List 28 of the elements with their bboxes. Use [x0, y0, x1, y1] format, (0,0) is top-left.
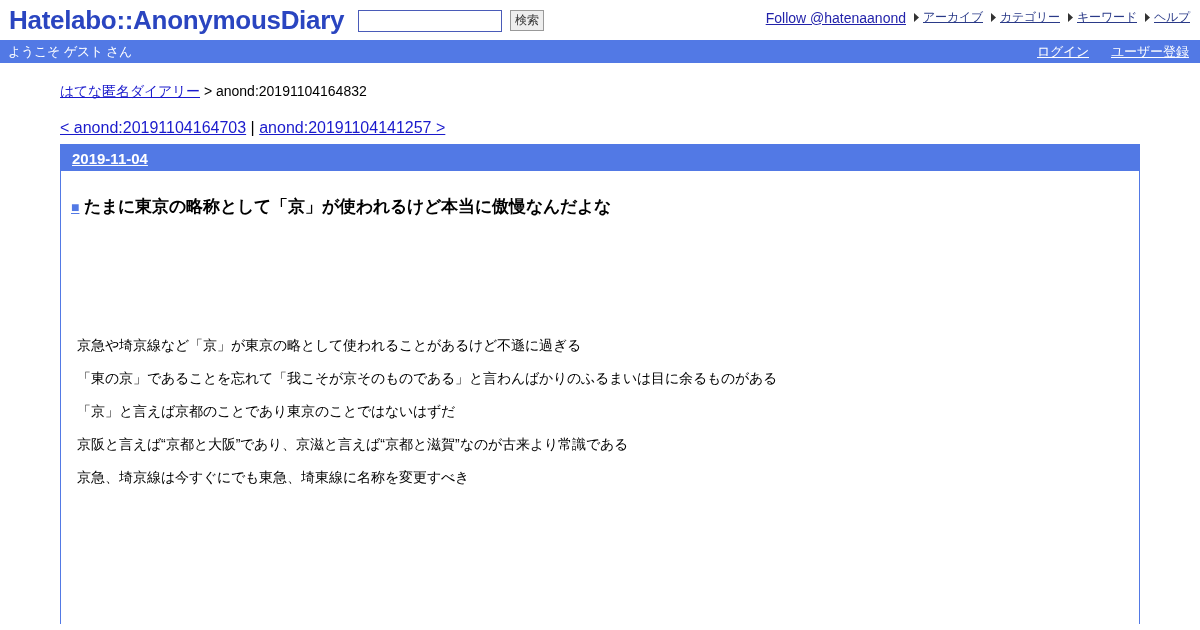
- entry-paragraph: 京急や埼京線など「京」が東京の略として使われることがあるけど不遜に過ぎる: [77, 336, 582, 355]
- previous-entry-link[interactable]: < anond:20191104164703: [60, 119, 247, 136]
- nav-link[interactable]: アーカイブ: [923, 9, 983, 26]
- entry-paragraph: 「東の京」であることを忘れて「我こそが京そのものである」と言わんばかりのふるまいは目に余るものがある: [77, 369, 778, 388]
- nav-link[interactable]: カテゴリー: [1000, 9, 1060, 26]
- date-link[interactable]: 2019-11-04: [72, 149, 148, 167]
- arrow-icon: [914, 13, 920, 22]
- arrow-icon: [991, 13, 997, 22]
- entry-title: たまに東京の略称として「京」が使われるけど本当に傲慢なんだよな: [84, 197, 612, 216]
- pager-separator: |: [250, 119, 255, 136]
- entry-paragraph: 「京」と言えば京都のことであり東京のことではないはずだ: [77, 402, 456, 421]
- entry-paragraph: 京阪と言えば“京都と大阪”であり、京滋と言えば“京都と滋賀”なのが古来より常識である: [77, 435, 629, 454]
- welcome-text: ようこそ ゲスト さん: [8, 42, 133, 61]
- arrow-icon: [1145, 13, 1151, 22]
- nav-link[interactable]: ヘルプ: [1154, 9, 1190, 26]
- site-logo[interactable]: Hatelabo::AnonymousDiary: [9, 5, 345, 36]
- account-link[interactable]: ログイン: [1037, 42, 1089, 61]
- breadcrumb-current: > anond:20191104164832: [203, 83, 367, 99]
- search-button[interactable]: 検索: [510, 10, 545, 31]
- nav-link[interactable]: キーワード: [1077, 9, 1137, 26]
- follow-link[interactable]: Follow @hatenaanond: [765, 9, 906, 26]
- breadcrumb-link[interactable]: はてな匿名ダイアリー: [60, 83, 200, 99]
- entry-permalink[interactable]: ■: [71, 199, 80, 215]
- arrow-icon: [1068, 13, 1074, 22]
- next-entry-link[interactable]: anond:20191104141257 >: [259, 119, 446, 136]
- account-link[interactable]: ユーザー登録: [1111, 42, 1189, 61]
- search-field[interactable]: [358, 9, 503, 32]
- entry-paragraph: 京急、埼京線は今すぐにでも東急、埼東線に名称を変更すべき: [77, 468, 470, 487]
